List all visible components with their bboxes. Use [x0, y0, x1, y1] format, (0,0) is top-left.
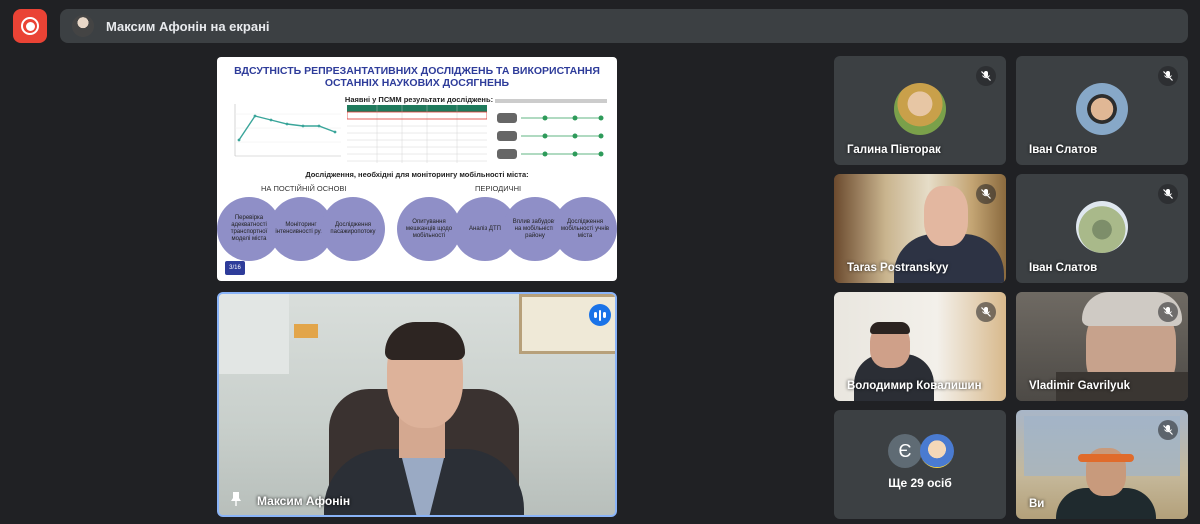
slide-circle: Дослідження пасажиропотоку — [321, 197, 385, 261]
recording-button[interactable] — [13, 9, 47, 43]
group-label-permanent: НА ПОСТІЙНІЙ ОСНОВІ — [261, 184, 347, 193]
avatar — [1076, 83, 1128, 135]
mic-off-icon — [1158, 66, 1178, 86]
presenter-banner[interactable]: Максим Афонін на екрані — [60, 9, 1188, 43]
more-participants-count: Ще 29 осіб — [888, 476, 952, 490]
participant-tile[interactable]: Галина Півторак — [834, 56, 1006, 165]
presentation-slide[interactable]: ВДСУТНІСТЬ РЕПРЕЗАНТАТИВНИХ ДОСЛІДЖЕНЬ Т… — [217, 57, 617, 281]
self-tile[interactable]: Ви — [1016, 410, 1188, 519]
top-bar: Максим Афонін на екрані — [0, 0, 1200, 52]
group-label-periodic: ПЕРІОДИЧНІ — [475, 184, 522, 193]
mic-off-icon — [1158, 302, 1178, 322]
slide-circle: Опитування мешканців щодо мобільності — [397, 197, 461, 261]
mic-off-icon — [1158, 420, 1178, 440]
mic-off-icon — [976, 66, 996, 86]
slide-line-chart — [225, 100, 345, 162]
participant-name: Ви — [1029, 498, 1045, 510]
slide-page-number: 3/16 — [225, 261, 245, 275]
participant-tile[interactable]: Іван Слатов — [1016, 174, 1188, 283]
avatar — [1076, 201, 1128, 253]
participant-tile[interactable]: Vladimir Gavrilyuk — [1016, 292, 1188, 401]
presenter-label: Максим Афонін на екрані — [106, 18, 270, 34]
mic-off-icon — [976, 184, 996, 204]
participant-name: Галина Півторак — [847, 144, 941, 156]
slide-subtitle: Дослідження, необхідні для моніторингу м… — [305, 170, 529, 179]
participant-avatar — [920, 434, 954, 468]
slide-title: ВДСУТНІСТЬ РЕПРЕЗАНТАТИВНИХ ДОСЛІДЖЕНЬ Т… — [234, 65, 600, 89]
avatar — [894, 83, 946, 135]
participant-name: Володимир Ковалишин — [847, 380, 982, 392]
presenter-avatar — [72, 15, 94, 37]
mic-off-icon — [1158, 184, 1178, 204]
participant-name: Іван Слатов — [1029, 262, 1098, 274]
record-icon — [21, 17, 39, 35]
main-speaker-video[interactable]: Максим Афонін — [217, 292, 617, 517]
participant-name: Vladimir Gavrilyuk — [1029, 380, 1130, 392]
participant-tile[interactable]: Taras Postranskyy — [834, 174, 1006, 283]
participant-name: Taras Postranskyy — [847, 262, 949, 274]
slide-flow-diagram — [495, 99, 607, 159]
pin-icon[interactable] — [229, 491, 243, 507]
participant-tile[interactable]: Володимир Ковалишин — [834, 292, 1006, 401]
participant-tile[interactable]: Іван Слатов — [1016, 56, 1188, 165]
slide-circles: Перевірка адекватності транспортної моде… — [217, 197, 617, 261]
speaking-indicator-icon — [589, 304, 611, 326]
participant-initial-avatar: Є — [888, 434, 922, 468]
main-speaker-name: Максим Афонін — [257, 494, 351, 508]
slide-table — [347, 105, 487, 163]
participant-name: Іван Слатов — [1029, 144, 1098, 156]
more-participants-tile[interactable]: Є Ще 29 осіб — [834, 410, 1006, 519]
slide-table-title: Наявні у ПСММ результати досліджень: — [344, 95, 494, 104]
slide-circle: Дослідження мобільності учнів міста — [553, 197, 617, 261]
mic-off-icon — [976, 302, 996, 322]
